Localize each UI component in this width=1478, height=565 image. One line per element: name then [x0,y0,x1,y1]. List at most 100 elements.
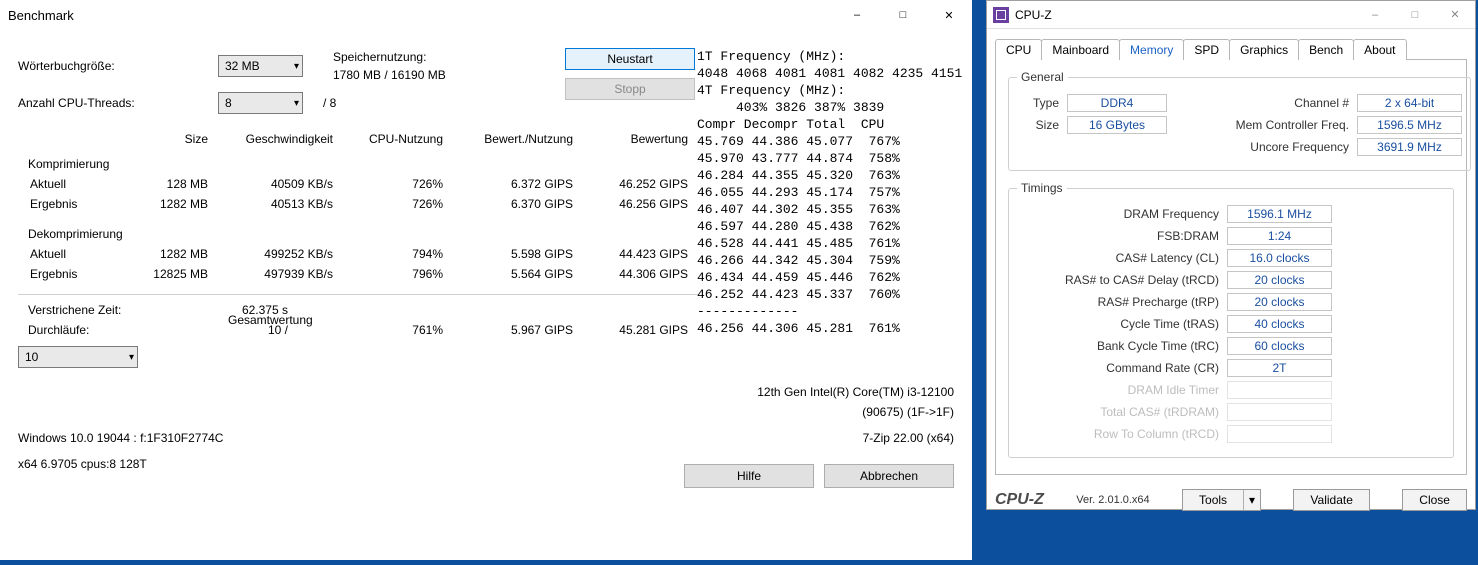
timing-label: Command Rate (CR) [1017,361,1227,375]
col-speed: Geschwindigkeit [218,128,343,154]
tab-graphics[interactable]: Graphics [1229,39,1299,60]
timing-row: RAS# Precharge (tRP)20 clocks [1017,293,1445,311]
timing-row: CAS# Latency (CL)16.0 clocks [1017,249,1445,267]
dict-size-label: Wörterbuchgröße: [18,59,208,73]
table-row: Aktuell 128 MB 40509 KB/s 726% 6.372 GIP… [18,174,698,194]
dict-size-combo[interactable]: 32 MB ▾ [218,55,303,77]
tab-mainboard[interactable]: Mainboard [1041,39,1120,60]
tools-dropdown-button[interactable]: ▾ [1243,489,1261,511]
minimize-button[interactable]: – [834,0,880,30]
total-rating: 45.281 GIPS [583,295,698,340]
col-cpu: CPU-Nutzung [343,128,453,154]
help-button[interactable]: Hilfe [684,464,814,488]
timing-value: 2T [1227,359,1332,377]
maximize-button[interactable]: □ [880,0,926,30]
cpuz-footer: CPU-Z Ver. 2.01.0.x64 Tools ▾ Validate C… [987,483,1475,519]
timing-row: Row To Column (tRCD) [1017,425,1445,443]
timing-label: RAS# to CAS# Delay (tRCD) [1017,273,1227,287]
timing-value: 60 clocks [1227,337,1332,355]
col-rating: Bewertung [583,128,698,154]
close-button[interactable]: Close [1402,489,1467,511]
validate-button[interactable]: Validate [1293,489,1369,511]
size-value: 16 GBytes [1067,116,1167,134]
channel-label: Channel # [1207,96,1357,110]
tab-about[interactable]: About [1353,39,1406,60]
timing-label: Row To Column (tRCD) [1017,427,1227,441]
dict-size-value: 32 MB [225,59,260,73]
table-row: Ergebnis 12825 MB 497939 KB/s 796% 5.564… [18,264,698,284]
elapsed-label: Verstrichene Zeit: [28,303,121,317]
timing-label: Total CAS# (tRDRAM) [1017,405,1227,419]
cpuz-close-button[interactable]: ✕ [1435,1,1475,29]
timing-value: 40 clocks [1227,315,1332,333]
cpuz-minimize-button[interactable]: – [1355,1,1395,29]
tab-cpu[interactable]: CPU [995,39,1042,60]
total-rpu: 5.967 GIPS [453,295,583,340]
type-value: DDR4 [1067,94,1167,112]
tab-bench[interactable]: Bench [1298,39,1354,60]
cpuz-window: CPU-Z – □ ✕ CPU Mainboard Memory SPD Gra… [986,0,1476,510]
threads-value: 8 [225,96,232,110]
chevron-down-icon: ▾ [294,98,299,109]
timing-value: 16.0 clocks [1227,249,1332,267]
cancel-button[interactable]: Abbrechen [824,464,954,488]
threads-label: Anzahl CPU-Threads: [18,96,208,110]
chevron-down-icon: ▾ [294,61,299,72]
decompress-heading: Dekomprimierung [18,224,698,244]
timing-row: Command Rate (CR)2T [1017,359,1445,377]
zip-version: 7-Zip 22.00 (x64) [274,428,954,448]
tab-body-memory: General Type DDR4 Size 16 GBytes Channel… [995,59,1467,475]
threads-total: / 8 [323,96,336,110]
col-rpu: Bewert./Nutzung [453,128,583,154]
total-cpu: 761% [343,295,453,340]
cpuz-tabs: CPU Mainboard Memory SPD Graphics Bench … [995,39,1467,60]
timing-value [1227,403,1332,421]
channel-value: 2 x 64-bit [1357,94,1462,112]
restart-button[interactable]: Neustart [565,48,695,70]
uncore-label: Uncore Frequency [1207,140,1357,154]
tab-memory[interactable]: Memory [1119,39,1184,60]
type-label: Type [1017,96,1067,110]
timing-value: 20 clocks [1227,271,1332,289]
timing-label: RAS# Precharge (tRP) [1017,295,1227,309]
os-info: Windows 10.0 19044 : f:1F310F2774C [18,428,223,448]
group-general: General Type DDR4 Size 16 GBytes Channel… [1008,70,1471,171]
col-size: Size [128,128,218,154]
benchmark-window: Benchmark – □ ✕ Neustart Stopp Wörterbuc… [0,0,972,560]
benchmark-log: 1T Frequency (MHz): 4048 4068 4081 4081 … [697,48,962,337]
threads-combo[interactable]: 8 ▾ [218,92,303,114]
cpu-info: 12th Gen Intel(R) Core(TM) i3-12100 [274,382,954,402]
close-button[interactable]: ✕ [926,0,972,30]
window-title: Benchmark [8,8,74,23]
titlebar: Benchmark – □ ✕ [0,0,972,30]
timing-value: 20 clocks [1227,293,1332,311]
timing-row: RAS# to CAS# Delay (tRCD)20 clocks [1017,271,1445,289]
mcf-value: 1596.5 MHz [1357,116,1462,134]
timing-label: Cycle Time (tRAS) [1017,317,1227,331]
chevron-down-icon: ▾ [129,352,134,363]
uncore-value: 3691.9 MHz [1357,138,1462,156]
col-empty [18,128,128,154]
compress-heading: Komprimierung [18,154,698,174]
timing-label: DRAM Frequency [1017,207,1227,221]
timing-value: 1:24 [1227,227,1332,245]
size-label: Size [1017,118,1067,132]
cpuz-title: CPU-Z [1015,8,1052,22]
cpuz-maximize-button: □ [1395,1,1435,29]
table-row: Ergebnis 1282 MB 40513 KB/s 726% 6.370 G… [18,194,698,214]
run-buttons: Neustart Stopp [565,48,695,100]
cpuz-brand: CPU-Z [995,491,1044,509]
window-controls: – □ ✕ [834,0,972,30]
timing-label: FSB:DRAM [1017,229,1227,243]
tools-button[interactable]: Tools [1182,489,1244,511]
timing-row: DRAM Idle Timer [1017,381,1445,399]
stop-button: Stopp [565,78,695,100]
timing-row: Bank Cycle Time (tRC)60 clocks [1017,337,1445,355]
tab-spd[interactable]: SPD [1183,39,1230,60]
timing-row: DRAM Frequency1596.1 MHz [1017,205,1445,223]
cpuz-version: Ver. 2.01.0.x64 [1076,494,1149,506]
memory-value: 1780 MB / 16190 MB [333,66,446,84]
timing-label: Bank Cycle Time (tRC) [1017,339,1227,353]
passes-combo[interactable]: 10 ▾ [18,346,138,368]
group-general-legend: General [1017,70,1068,84]
